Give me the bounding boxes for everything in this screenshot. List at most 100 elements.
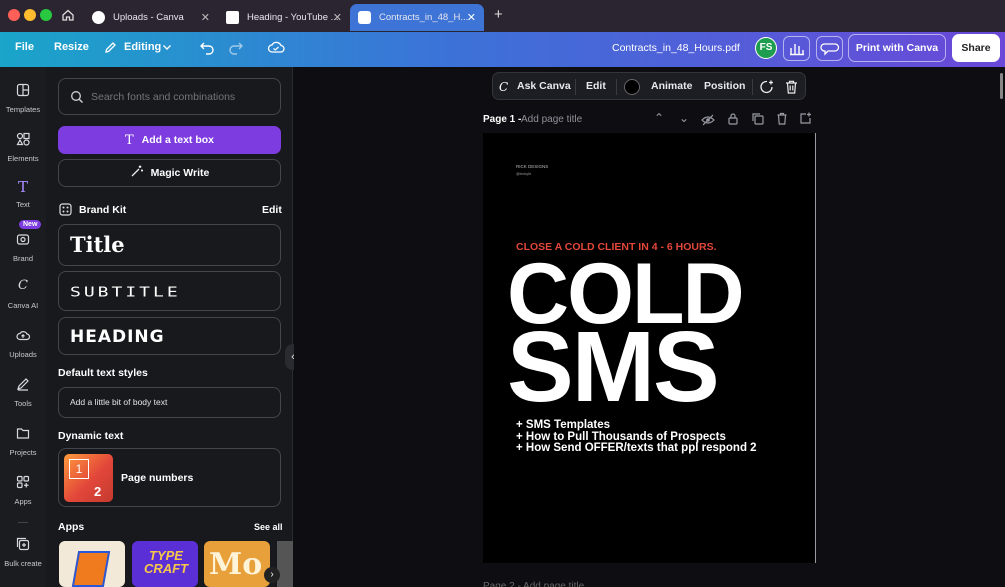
subtitle-style-option[interactable]: SUBTITLE [58,271,281,311]
document-filename[interactable]: Contracts_in_48_Hours.pdf [612,42,740,54]
body-text-sample: Add a little bit of body text [70,397,168,407]
brand-kit-heading: Brand Kit [79,204,127,216]
sidebar-item-brand[interactable]: Brand [0,232,46,263]
hide-page-icon[interactable] [701,113,715,131]
vertical-scrollbar[interactable] [1000,73,1003,99]
tab-title: Contracts_in_48_H... [379,12,469,23]
magic-write-button[interactable]: Magic Write [58,159,281,187]
sidebar-item-apps[interactable]: Apps [0,475,46,506]
add-comment-icon[interactable] [759,79,775,100]
page-numbers-option[interactable]: 1 2 Page numbers [58,448,281,507]
page-label: Page 1 - [483,114,522,125]
lock-icon[interactable] [727,112,739,130]
editing-mode-button[interactable]: Editing [124,41,161,53]
close-icon[interactable]: ✕ [201,11,210,24]
browser-tab-bar: Uploads - Canva ✕ Heading - YouTube ... … [0,0,1005,32]
insights-button[interactable] [783,36,810,61]
minimize-window-icon[interactable] [24,9,36,21]
search-icon [70,90,84,109]
side-navigation: Templates Elements T Text New Brand C Ca… [0,67,46,587]
sidebar-item-label: Projects [9,448,37,457]
ask-canva-button[interactable]: Ask Canva [517,80,571,92]
ask-canva-icon: C [499,80,509,94]
new-badge: New [19,220,42,229]
design-page[interactable]: RICK DESIGNS @rickyle CLOSE A COLD CLIEN… [483,133,816,563]
tab-uploads[interactable]: Uploads - Canva ✕ [84,4,218,31]
maximize-window-icon[interactable] [40,9,52,21]
app-tile-type-craft[interactable]: TYPE CRAFT [132,541,198,587]
sidebar-item-label: Tools [14,399,32,408]
redo-icon[interactable] [228,39,244,60]
see-all-link[interactable]: See all [254,522,283,532]
close-icon[interactable]: ✕ [333,11,342,24]
toolbar-divider [616,79,617,95]
apps-icon [16,475,30,489]
page-title-input[interactable]: Add page title [521,114,582,125]
delete-page-icon[interactable] [776,112,788,130]
sidebar-item-projects[interactable]: Projects [0,426,46,457]
close-icon[interactable]: ✕ [467,11,476,24]
tab-contracts[interactable]: Contracts_in_48_H... ✕ [350,4,484,31]
share-button[interactable]: Share [952,34,1000,62]
add-text-box-label: Add a text box [141,134,214,146]
resize-button[interactable]: Resize [54,41,89,53]
search-box[interactable] [58,78,281,115]
body-text-option[interactable]: Add a little bit of body text [58,387,281,418]
chevron-down-icon[interactable]: ⌄ [679,111,689,125]
search-input[interactable] [91,87,271,107]
position-button[interactable]: Position [704,80,745,92]
sidebar-item-label: Canva AI [7,301,39,310]
sidebar-item-uploads[interactable]: Uploads [0,328,46,359]
sidebar-item-label: Apps [14,497,32,506]
app-tile-partial[interactable] [277,541,293,587]
color-swatch[interactable] [624,79,640,95]
app-tile-1[interactable] [59,541,125,587]
text-icon: T [17,178,28,196]
avatar[interactable]: FS [755,37,777,59]
tools-icon [16,377,30,391]
add-text-box-button[interactable]: T Add a text box [58,126,281,154]
close-window-icon[interactable] [8,9,20,21]
page-number-1: 1 [69,459,89,479]
trash-icon[interactable] [784,79,799,100]
sidebar-item-label: Templates [5,105,41,114]
duplicate-page-icon[interactable] [751,112,764,130]
bullet-list[interactable]: + SMS Templates + How to Pull Thousands … [516,419,757,455]
brand-kit-edit-link[interactable]: Edit [262,204,282,216]
home-icon[interactable] [61,8,75,27]
sidebar-item-text[interactable]: T Text [0,178,46,210]
chevron-up-icon[interactable]: ⌃ [654,111,664,125]
toolbar-divider [752,79,753,95]
title-sample: Title [70,232,125,257]
tab-title: Uploads - Canva [113,12,184,23]
page-numbers-thumbnail: 1 2 [64,454,113,502]
heading-style-option[interactable]: HEADING [58,317,281,355]
add-page-icon[interactable] [799,112,812,130]
print-with-canva-button[interactable]: Print with Canva [848,34,946,62]
uploads-icon [16,328,31,342]
big-word-sms[interactable]: SMS [507,311,720,423]
sidebar-item-tools[interactable]: Tools [0,377,46,408]
sidebar-item-templates[interactable]: Templates [0,83,46,114]
default-styles-heading: Default text styles [58,367,148,379]
file-menu[interactable]: File [15,41,34,53]
tab-youtube[interactable]: Heading - YouTube ... ✕ [218,4,350,31]
cloud-saved-icon[interactable] [267,39,285,60]
new-tab-button[interactable]: + [494,6,503,23]
templates-icon [16,83,30,97]
sidebar-item-elements[interactable]: Elements [0,132,46,163]
app-tile-mo[interactable]: Mo [204,541,270,587]
chevron-right-icon[interactable]: › [264,567,280,583]
sidebar-item-bulk-create[interactable]: Bulk create [0,537,46,568]
text-icon: T [124,132,134,148]
title-style-option[interactable]: Title [58,224,281,266]
chevron-down-icon[interactable] [161,40,173,58]
comments-button[interactable] [816,36,843,61]
edit-button[interactable]: Edit [586,80,606,92]
undo-icon[interactable] [199,39,215,60]
pencil-icon [104,41,117,59]
animate-button[interactable]: Animate [651,80,692,92]
toolbar-divider [575,79,576,95]
tab-title: Heading - YouTube ... [247,12,339,23]
sidebar-item-canva-ai[interactable]: C Canva AI [0,279,46,311]
